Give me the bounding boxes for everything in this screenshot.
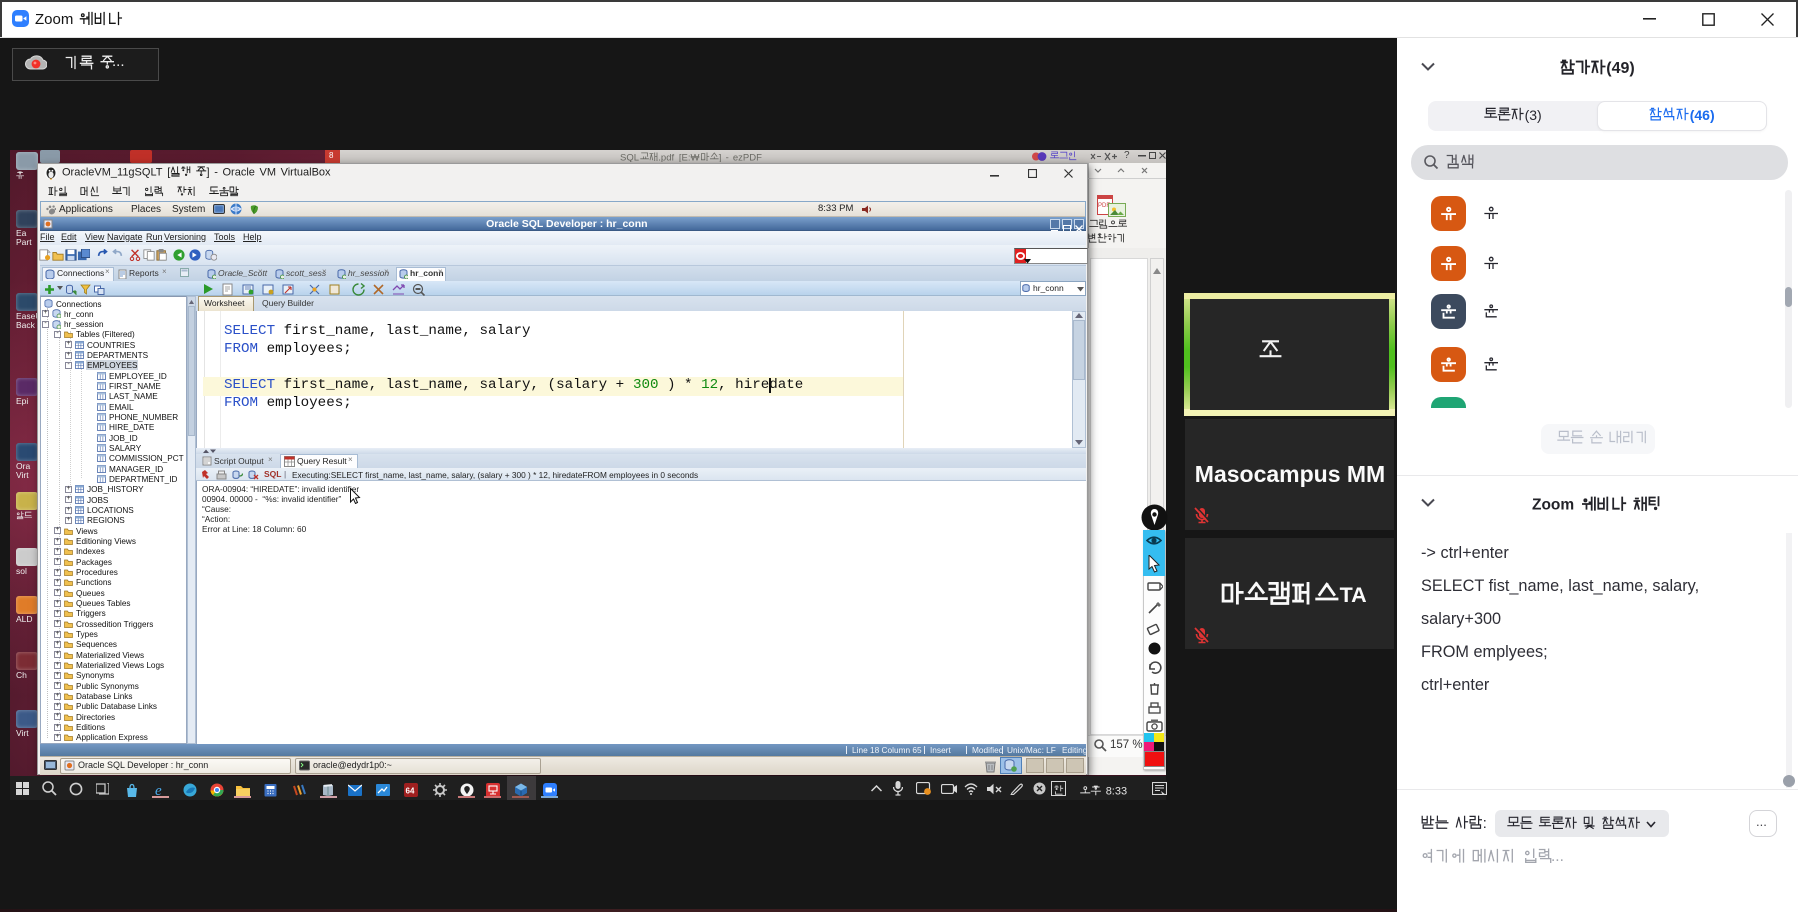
svg-text:Oracle: Oracle — [223, 167, 255, 178]
svg-text:ezPDF: ezPDF — [733, 152, 762, 162]
svg-text:[: [ — [167, 167, 170, 178]
svg-text:Zoom: Zoom — [1532, 497, 1574, 514]
svg-text:-: - — [726, 152, 729, 162]
svg-text::: : — [1483, 816, 1487, 831]
svg-text:.pdf: .pdf — [658, 152, 674, 162]
svg-text:Zoom: Zoom — [35, 11, 73, 27]
svg-text:VirtualBox: VirtualBox — [281, 167, 331, 178]
svg-text:OracleVM_11gSQLT: OracleVM_11gSQLT — [62, 167, 163, 178]
svg-text:VM: VM — [260, 167, 277, 178]
svg-text:64: 64 — [406, 787, 415, 796]
svg-text:SQL: SQL — [620, 152, 639, 162]
svg-text:[E:₩: [E:₩ — [679, 152, 700, 162]
svg-text:-: - — [214, 167, 218, 178]
svg-text:]: ] — [207, 167, 210, 178]
svg-text:]: ] — [719, 152, 722, 162]
svg-text:8:33: 8:33 — [1106, 786, 1127, 797]
